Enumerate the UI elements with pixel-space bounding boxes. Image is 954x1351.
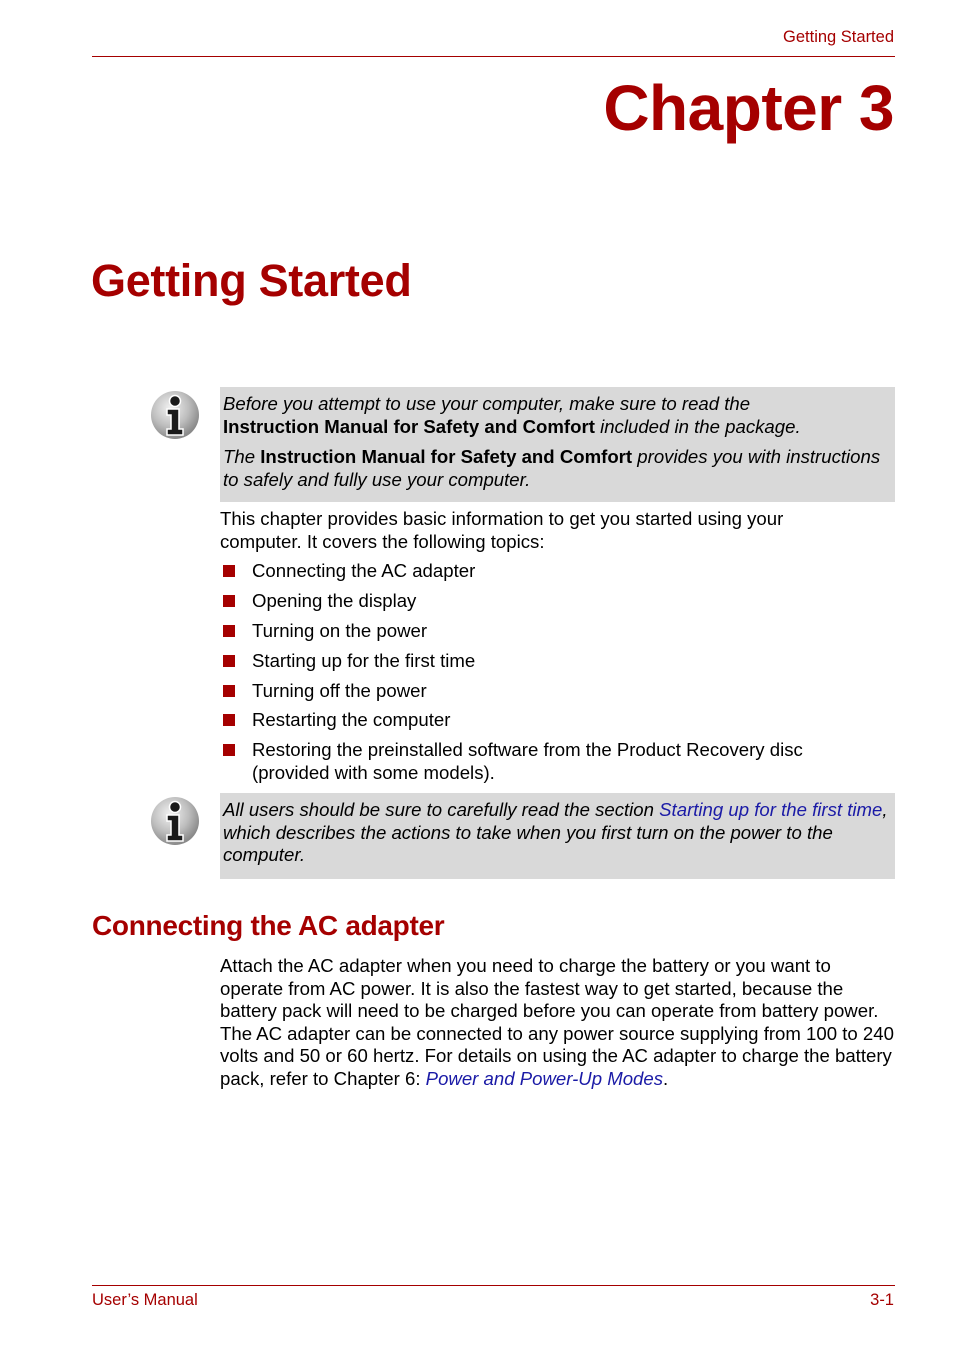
intro-paragraph: This chapter provides basic information … (220, 508, 784, 552)
list-item-text: Turning on the power (252, 619, 428, 641)
list-item: Turning off the power (222, 680, 902, 703)
link-power-modes[interactable]: Power and Power-Up Modes (426, 1068, 663, 1089)
note-text: All users should be sure to carefully re… (223, 799, 660, 820)
bullet-square-icon (223, 565, 235, 577)
list-item-text: Restarting the computer (252, 709, 451, 731)
bullet-square-icon (223, 594, 235, 607)
chapter-label: Chapter 3 (603, 72, 894, 144)
list-item: Restarting the computer (222, 709, 902, 732)
footer-manual-name: User’s Manual (92, 1291, 198, 1309)
topics-list: Connecting the AC adapter Opening the di… (222, 560, 902, 792)
bullet-square-icon (223, 714, 235, 727)
list-item-text: Restoring the preinstalled software from… (252, 739, 803, 783)
list-item: Opening the display (222, 590, 902, 613)
list-item-text: Turning off the power (252, 679, 427, 701)
bullet-square-icon (223, 744, 235, 757)
link-starting-up[interactable]: Starting up for the first time (659, 799, 882, 820)
page-number: 3-1 (870, 1291, 894, 1309)
note-text: included in the package. (594, 415, 801, 437)
note-text: The (223, 446, 261, 468)
list-item: Restoring the preinstalled software from… (222, 739, 862, 784)
manual-title: Instruction Manual for Safety and Comfor… (223, 415, 595, 437)
footer-rule (92, 1285, 895, 1286)
list-item: Turning on the power (222, 620, 902, 643)
section-paragraph: Attach the AC adapter when you need to c… (220, 955, 895, 1091)
section-body-end: . (663, 1067, 669, 1089)
page-title: Getting Started (91, 255, 412, 306)
running-header: Getting Started (783, 28, 894, 46)
list-item-text: Connecting the AC adapter (252, 560, 476, 581)
note-safety: Before you attempt to use your computer,… (220, 387, 895, 502)
list-item-text: Starting up for the first time (252, 649, 476, 671)
manual-title: Instruction Manual for Safety and Comfor… (260, 446, 633, 468)
list-item-text: Opening the display (252, 589, 417, 611)
note-text: Before you attempt to use your computer,… (223, 393, 751, 414)
bullet-square-icon (223, 684, 235, 697)
header-rule (92, 56, 895, 57)
info-icon (150, 796, 200, 846)
bullet-square-icon (223, 654, 235, 667)
list-item: Connecting the AC adapter (222, 560, 902, 583)
section-heading: Connecting the AC adapter (92, 910, 445, 941)
list-item: Starting up for the first time (222, 650, 902, 673)
info-icon (150, 390, 200, 440)
bullet-square-icon (223, 624, 235, 637)
note-first-startup: All users should be sure to carefully re… (220, 793, 895, 879)
